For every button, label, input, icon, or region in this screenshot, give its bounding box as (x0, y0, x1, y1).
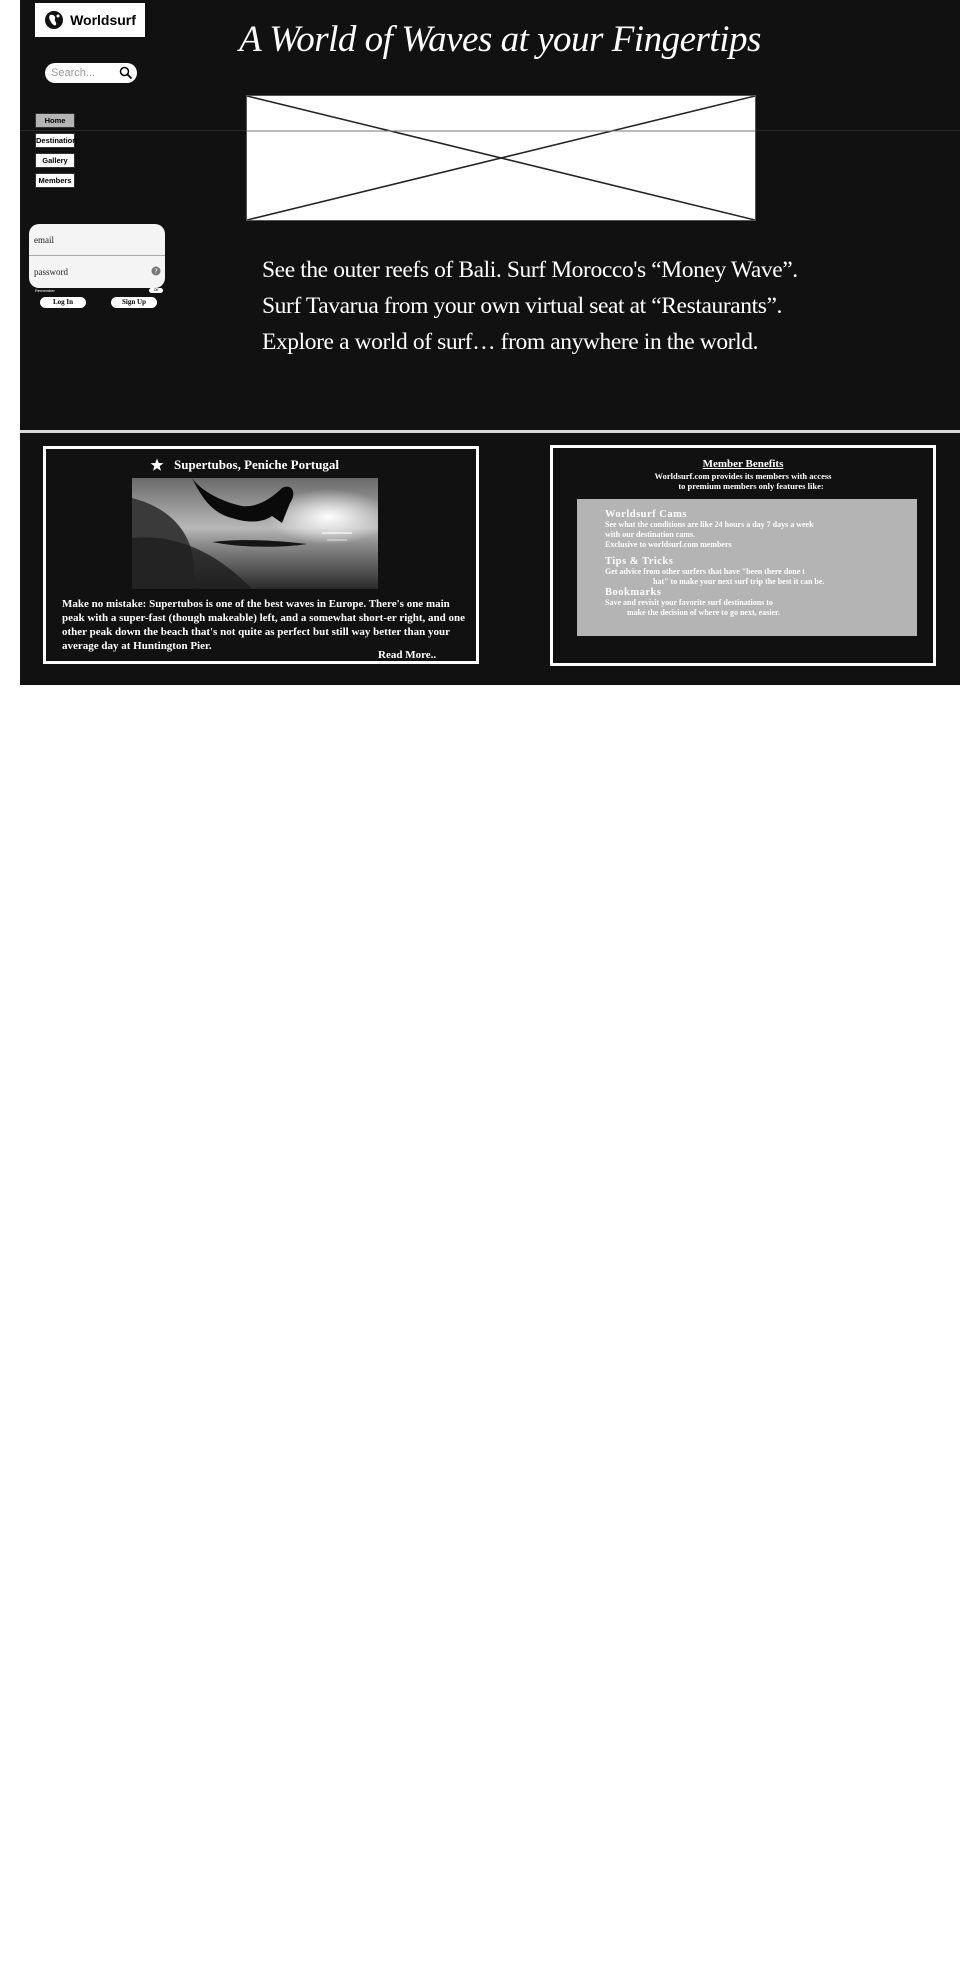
email-field[interactable] (34, 234, 144, 245)
intro-line: See the outer reefs of Bali. Surf Morocc… (262, 257, 798, 283)
benefit-text: with our destination cams. (605, 530, 696, 539)
svg-text:?: ? (154, 268, 158, 276)
nav-item-members[interactable]: Members (35, 173, 75, 188)
password-row: ? (29, 256, 165, 287)
remember-label: Remember (35, 288, 55, 293)
featured-description: Make no mistake: Supertubos is one of th… (62, 598, 466, 652)
nav-item-gallery[interactable]: Gallery (35, 153, 75, 168)
benefit-heading: Worldsurf Cams (605, 509, 687, 520)
member-benefits-card: Member Benefits Worldsurf.com provides i… (550, 445, 936, 666)
help-icon[interactable]: ? (151, 266, 161, 276)
featured-title: Supertubos, Peniche Portugal (174, 457, 340, 472)
search-box (45, 63, 137, 83)
benefit-item: Worldsurf Cams See what the conditions a… (605, 509, 814, 550)
benefit-text: Get advice from other surfers that have … (605, 567, 805, 576)
star-icon (150, 458, 164, 471)
read-more-link[interactable]: Read More.. (378, 649, 436, 661)
search-icon[interactable] (119, 66, 133, 80)
benefits-title: Member Benefits (702, 458, 784, 470)
globe-icon (45, 11, 64, 29)
signup-button[interactable]: Sign Up (111, 297, 157, 308)
benefits-intro-line: Worldsurf.com provides its members with … (654, 471, 832, 481)
surfer-photo (132, 478, 378, 589)
intro-line: Explore a world of surf… from anywhere i… (262, 329, 759, 355)
login-button[interactable]: Log In (40, 297, 86, 308)
benefit-text: Exclusive to worldsurf.com members (605, 540, 732, 549)
benefit-heading: Tips & Tricks (605, 556, 674, 567)
hero-image-placeholder (246, 95, 756, 221)
search-input[interactable] (51, 67, 117, 79)
featured-title-row: Supertubos, Peniche Portugal (150, 457, 339, 473)
benefit-item: Tips & Tricks Get advice from other surf… (605, 556, 824, 587)
benefit-heading: Bookmarks (605, 587, 662, 598)
benefits-intro-line: to premium members only features like: (678, 481, 824, 491)
intro-line: Surf Tavarua from your own virtual seat … (262, 293, 783, 319)
nav-item-destination[interactable]: Destination (35, 133, 77, 148)
password-field[interactable] (34, 266, 144, 277)
benefits-intro: Worldsurf.com provides its members with … (553, 471, 933, 491)
remember-toggle[interactable]: Off (149, 288, 163, 293)
email-row (29, 224, 165, 256)
benefit-text: See what the conditions are like 24 hour… (605, 520, 814, 529)
nav-item-home[interactable]: Home (35, 113, 75, 128)
login-form: ? (29, 224, 165, 288)
benefits-list: Worldsurf Cams See what the conditions a… (577, 499, 917, 636)
benefit-text: hat" to make your next surf trip the bes… (653, 577, 825, 586)
benefit-text: make the decision of where to go next, e… (627, 608, 780, 617)
benefit-text: Save and revisit your favorite surf dest… (605, 598, 773, 607)
logo[interactable]: Worldsurf (35, 3, 145, 37)
featured-destination-card: Supertubos, Peniche Portugal Make no mis… (43, 446, 479, 664)
benefit-item: Bookmarks Save and revisit your favorite… (605, 587, 780, 618)
logo-text: Worldsurf (70, 12, 136, 28)
intro-text: See the outer reefs of Bali. Surf Morocc… (262, 252, 862, 360)
page-title: A World of Waves at your Fingertips (239, 19, 761, 60)
main-nav: Home Destination Gallery Members (35, 113, 77, 193)
